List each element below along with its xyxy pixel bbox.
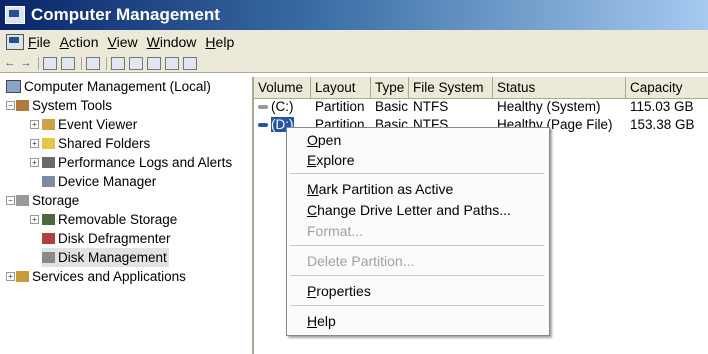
toolbar-separator [38,56,39,70]
menu-view[interactable]: View [108,34,138,50]
menu-item-properties[interactable]: Properties [307,282,371,300]
tree-item-performance-logs[interactable]: Performance Logs and Alerts [42,153,232,172]
search-icon[interactable] [165,56,179,70]
column-header-capacity[interactable]: Capacity [626,77,708,98]
menu-item-delete-partition: Delete Partition... [307,253,415,269]
toolbar: ← → [0,54,708,73]
capacity-cell: 115.03 GB [630,99,694,114]
tree-item-event-viewer[interactable]: Event Viewer [42,115,137,134]
tree-item-disk-defragmenter[interactable]: Disk Defragmenter [42,229,171,248]
show-hide-tree-icon[interactable] [61,56,75,70]
menu-bar: File Action View Window Help [0,30,708,54]
tree-item-system-tools[interactable]: System Tools [16,96,112,115]
column-header-status[interactable]: Status [493,77,626,98]
computer-icon [6,80,21,93]
menu-separator [290,245,544,246]
tree-item-computer-management[interactable]: Computer Management (Local) [6,77,211,96]
type-cell: Basic [375,99,409,114]
menu-file[interactable]: File [28,34,51,50]
status-cell: Healthy (System) [497,99,601,114]
back-arrow-icon[interactable]: ← [4,57,16,69]
expand-toggle-icon[interactable]: + [30,120,39,129]
menu-help[interactable]: Help [205,34,234,50]
defragmenter-icon [42,233,55,244]
toolbar-separator [106,56,107,70]
expand-toggle-icon[interactable]: + [30,158,39,167]
up-folder-icon[interactable] [43,56,57,70]
column-header-layout[interactable]: Layout [311,77,371,98]
performance-icon [42,157,55,168]
collapse-toggle-icon[interactable]: − [6,101,15,110]
forward-arrow-icon[interactable]: → [20,57,32,69]
help-icon[interactable] [86,56,100,70]
menu-item-mark-active[interactable]: Mark Partition as Active [307,180,453,198]
expand-toggle-icon[interactable]: + [30,139,39,148]
column-header-file-system[interactable]: File System [409,77,493,98]
menu-window[interactable]: Window [147,34,197,50]
expand-toggle-icon[interactable]: + [6,272,15,281]
expand-toggle-icon[interactable]: + [30,215,39,224]
toolbar-separator [81,56,82,70]
properties-icon[interactable] [111,56,125,70]
menu-action[interactable]: Action [60,34,99,50]
column-header-volume[interactable]: Volume [254,77,311,98]
tree-item-storage[interactable]: Storage [16,191,79,210]
menu-item-format: Format... [307,223,364,239]
tree-item-shared-folders[interactable]: Shared Folders [42,134,150,153]
shared-folders-icon [42,138,55,149]
volume-list-header: Volume Layout Type File System Status Ca… [254,77,708,99]
removable-storage-icon [42,214,55,225]
menu-item-help[interactable]: Help [307,312,336,330]
computer-management-icon [5,6,25,24]
tree-item-disk-management[interactable]: Disk Management [42,248,169,267]
menu-separator [290,275,544,276]
collapse-toggle-icon[interactable]: − [6,196,15,205]
tree-item-removable-storage[interactable]: Removable Storage [42,210,177,229]
drive-icon [258,123,268,128]
layout-cell: Partition [315,99,365,114]
drive-icon [258,105,268,110]
open-icon[interactable] [129,56,143,70]
menu-item-open[interactable]: Open [307,131,341,149]
column-header-type[interactable]: Type [371,77,409,98]
title-bar: Computer Management [0,0,708,30]
capacity-cell: 153.38 GB [630,117,695,132]
disk-icon[interactable] [183,56,197,70]
services-icon [16,271,29,282]
table-row[interactable]: (C:) Partition Basic NTFS Healthy (Syste… [254,98,708,116]
tree-item-services-applications[interactable]: Services and Applications [16,267,186,286]
device-manager-icon [42,176,55,187]
menu-item-explore[interactable]: Explore [307,151,354,169]
menu-separator [290,305,544,306]
menu-separator [290,173,544,174]
context-menu: Open Explore Mark Partition as Active Ch… [286,127,550,336]
window-title: Computer Management [31,5,220,24]
console-tree: Computer Management (Local) − System Too… [0,77,254,354]
event-viewer-icon [42,119,55,130]
system-menu-icon[interactable] [6,34,24,50]
disk-management-icon [42,252,55,263]
tools-icon [16,100,29,111]
volume-cell: (C:) [254,98,311,116]
folder-icon[interactable] [147,56,161,70]
storage-icon [16,195,29,206]
menu-item-change-drive-letter[interactable]: Change Drive Letter and Paths... [307,201,511,219]
file-system-cell: NTFS [413,99,449,114]
tree-item-device-manager[interactable]: Device Manager [42,172,156,191]
